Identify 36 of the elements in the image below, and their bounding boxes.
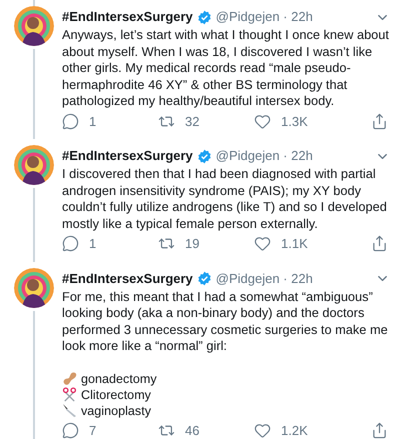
action-count: 1 [89, 112, 96, 130]
tweet-text: For me, this meant that I had a somewhat “ambiguous” looking body (aka a non-binary body) and the doctors performed 3 unnecessary cosmetic surgeries to make me look more like a “normal” girl: [62, 288, 389, 354]
display-name[interactable]: #EndIntersexSurgery [62, 147, 193, 165]
share-icon[interactable] [371, 422, 388, 439]
display-name[interactable]: #EndIntersexSurgery [62, 8, 193, 26]
action-count: 1 [89, 235, 96, 253]
list-item-text: gonadectomy [81, 370, 157, 386]
tweet-text: I discovered then that I had been diagnosed with partial androgen insensitivity syndrome (PAIS); my XY body couldn’t fully utilize androgens (like T) and so I developed mostly like a typical female person externally. [62, 166, 388, 232]
handle-and-time: @Pidgejen · 22h [216, 147, 313, 165]
reply-icon[interactable] [62, 422, 79, 439]
avatar[interactable] [14, 6, 54, 46]
action-count: 46 [185, 422, 200, 439]
handle-and-time: @Pidgejen · 22h [216, 8, 313, 26]
peanut-icon [62, 371, 77, 386]
share-icon[interactable] [371, 112, 388, 130]
like-icon[interactable] [254, 112, 271, 130]
action-count: 32 [185, 112, 200, 130]
tweet-text: Anyways, let’s start with what I thought I once knew about about myself. When I was 18, I discovered I wasn’t like other girls. My medical records read “male pseudo-hermaphrodite 46 XY” & other BS terminology that pathologized my healthy/beautiful intersex body. [62, 27, 390, 110]
like-icon[interactable] [254, 235, 271, 252]
list-item-text: vaginoplasty [81, 402, 152, 418]
share-icon[interactable] [371, 235, 388, 252]
list-item-text: Clitorectomy [81, 386, 151, 402]
display-name[interactable]: #EndIntersexSurgery [62, 270, 193, 288]
reply-icon[interactable] [62, 112, 79, 130]
avatar[interactable] [14, 145, 54, 185]
action-count: 1.3K [281, 112, 308, 130]
like-icon[interactable] [254, 422, 271, 439]
avatar[interactable] [14, 268, 54, 308]
action-count: 19 [185, 235, 200, 253]
scissors-icon [62, 387, 77, 402]
knife-icon [62, 403, 77, 418]
handle-and-time: @Pidgejen · 22h [216, 270, 313, 288]
action-count: 7 [89, 422, 96, 439]
reply-icon[interactable] [62, 235, 79, 252]
action-count: 1.2K [281, 422, 308, 439]
action-count: 1.1K [281, 235, 308, 253]
